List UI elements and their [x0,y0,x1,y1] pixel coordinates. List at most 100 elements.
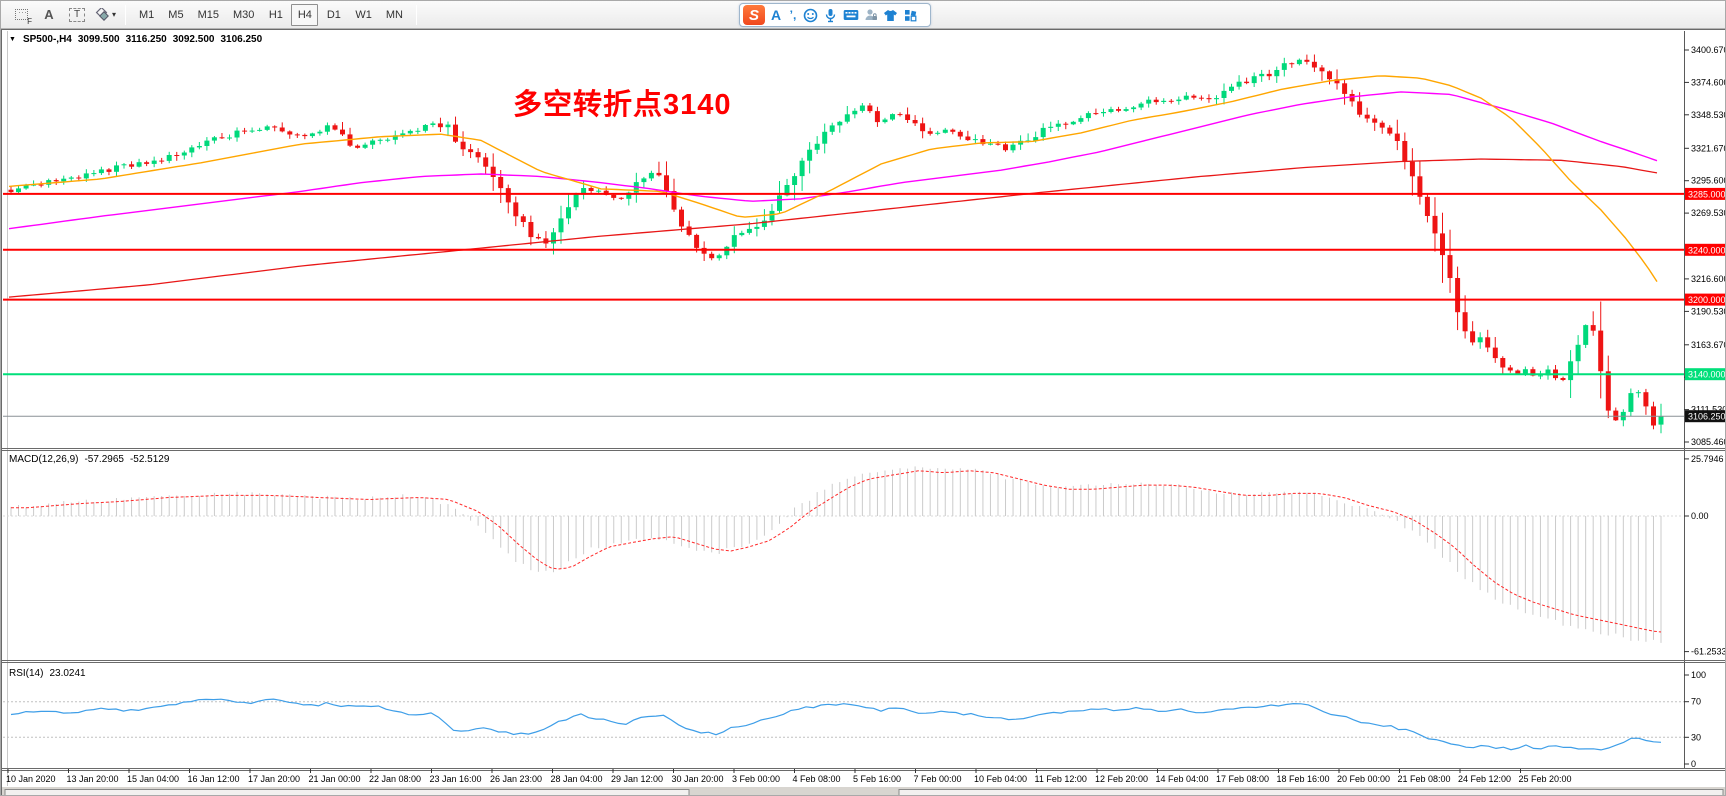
rsi-tick-label: 70 [1691,697,1701,707]
time-axis-label: 18 Feb 16:00 [1277,774,1330,784]
macd-tick-label: 25.7946 [1691,454,1724,464]
macd-name: MACD(12,26,9) [9,454,78,465]
candlestick-series[interactable] [9,55,1664,434]
time-axis-label: 15 Jan 04:00 [127,774,179,784]
time-axis-label: 12 Feb 20:00 [1095,774,1148,784]
macd-signal-value: -52.5129 [130,454,169,465]
price-tick-label: 3216.600 [1691,274,1726,284]
ime-skin-icon[interactable] [882,7,899,24]
price-tick-label: 3190.530 [1691,306,1726,316]
diamonds-icon [94,8,110,22]
sogou-logo-icon[interactable]: S [743,5,765,25]
price-tick-label: 3400.670 [1691,45,1726,55]
chart-canvas[interactable]: 3400.6703374.6003348.5303321.6703295.600… [1,29,1726,796]
time-axis-label: 21 Feb 08:00 [1398,774,1451,784]
time-axis-label: 23 Jan 16:00 [430,774,482,784]
time-axis-label: 4 Feb 08:00 [793,774,841,784]
timeframe-button-m1[interactable]: M1 [133,4,160,26]
time-axis-label: 3 Feb 00:00 [732,774,780,784]
chart-annotation-text[interactable]: 多空转折点3140 [513,81,732,123]
timeframe-button-h1[interactable]: H1 [262,4,289,26]
font-tool-icon[interactable]: A [37,4,61,26]
price-axis-badge-label: 3106.250 [1688,412,1726,422]
time-axis-label: 28 Jan 04:00 [551,774,603,784]
price-axis-badge-label: 3240.000 [1688,245,1726,255]
time-axis-label: 30 Jan 20:00 [672,774,724,784]
price-axis-badge-label: 3285.000 [1688,189,1726,199]
rsi-value: 23.0241 [49,668,85,679]
symbol-period-label: SP500-,H4 [23,34,72,45]
docked-window-right[interactable] [899,790,1723,796]
time-axis-label: 11 Feb 12:00 [1035,774,1087,784]
ime-microphone-icon[interactable] [822,7,839,24]
timeframe-button-mn[interactable]: MN [380,4,409,26]
toolbar-separator [416,5,417,25]
font-letter: A [44,7,53,22]
timeframe-button-h4[interactable]: H4 [291,4,318,26]
bar-low-value: 3092.500 [173,34,215,45]
drawing-objects-icon[interactable]: ▾ [93,4,117,26]
price-axis-badge-label: 3140.000 [1688,370,1726,380]
chart-dropdown-icon[interactable]: ▼ [9,36,16,43]
bar-close-value: 3106.250 [220,34,262,45]
time-axis-label: 10 Feb 04:00 [974,774,1027,784]
ime-language-icon[interactable]: A [768,7,784,23]
timeframe-button-m15[interactable]: M15 [192,4,225,26]
timeframe-button-w1[interactable]: W1 [349,4,378,26]
rsi-tick-label: 30 [1691,732,1701,742]
time-axis-label: 20 Feb 00:00 [1337,774,1390,784]
docked-window-left[interactable] [5,790,689,796]
text-letter: T [69,8,85,22]
timeframe-button-m30[interactable]: M30 [227,4,260,26]
price-tick-label: 3374.600 [1691,77,1726,87]
time-axis-label: 24 Feb 12:00 [1458,774,1511,784]
macd-tick-label: 0.00 [1691,511,1709,521]
ime-toolbox-icon[interactable] [902,7,919,24]
time-axis-label: 26 Jan 23:00 [490,774,542,784]
grid-f-letter: F [27,17,32,26]
time-axis-label: 5 Feb 16:00 [853,774,901,784]
price-tick-label: 3269.530 [1691,208,1726,218]
rsi-name: RSI(14) [9,668,43,679]
time-axis-label: 29 Jan 12:00 [611,774,663,784]
price-tick-label: 3163.670 [1691,340,1726,350]
time-axis-label: 13 Jan 20:00 [67,774,119,784]
chart-window-border [2,30,1726,796]
price-axis-badge-label: 3200.000 [1688,295,1726,305]
price-tick-label: 3085.460 [1691,437,1726,447]
bar-high-value: 3116.250 [126,34,167,45]
ime-punctuation-icon[interactable]: ’, [787,8,799,22]
dropdown-caret-icon: ▾ [112,10,116,19]
timeframe-buttons: M1M5M15M30H1H4D1W1MN [132,4,410,26]
time-axis-label: 22 Jan 08:00 [369,774,421,784]
main-toolbar: F A T ▾ M1M5M15M30H1H4D1W1MN S A ’, [1,1,1725,29]
ime-keyboard-icon[interactable] [842,7,859,24]
dotted-grid-icon [15,9,28,20]
timeframe-button-d1[interactable]: D1 [320,4,347,26]
time-axis-label: 14 Feb 04:00 [1156,774,1209,784]
rsi-line [11,699,1661,750]
time-axis-label: 10 Jan 2020 [6,774,56,784]
time-axis-label: 25 Feb 20:00 [1519,774,1572,784]
time-axis-label: 17 Jan 20:00 [248,774,300,784]
ma-slow-line[interactable] [9,159,1657,297]
ime-emoji-icon[interactable] [802,7,819,24]
time-axis-label: 17 Feb 08:00 [1216,774,1269,784]
rsi-tick-label: 100 [1691,670,1706,680]
macd-label: MACD(12,26,9) -57.2965 -52.5129 [9,454,169,465]
ma-mid-line[interactable] [9,92,1657,229]
ime-toolbar: S A ’, [739,3,931,27]
chart-title: ▼ SP500-,H4 3099.500 3116.250 3092.500 3… [9,34,262,45]
text-label-tool-icon[interactable]: T [65,4,89,26]
time-axis-label: 7 Feb 00:00 [914,774,962,784]
chart-window[interactable]: 3400.6703374.6003348.5303321.6703295.600… [1,29,1726,796]
timeframe-button-m5[interactable]: M5 [162,4,189,26]
ime-account-icon[interactable] [862,7,879,24]
rsi-label: RSI(14) 23.0241 [9,668,86,679]
grid-toggle-icon[interactable]: F [9,4,33,26]
mt4-application: F A T ▾ M1M5M15M30H1H4D1W1MN S A ’, [0,0,1726,796]
price-tick-label: 3295.600 [1691,176,1726,186]
macd-tick-label: -61.2533 [1691,647,1726,657]
macd-main-value: -57.2965 [84,454,123,465]
macd-histogram [3,466,1684,643]
